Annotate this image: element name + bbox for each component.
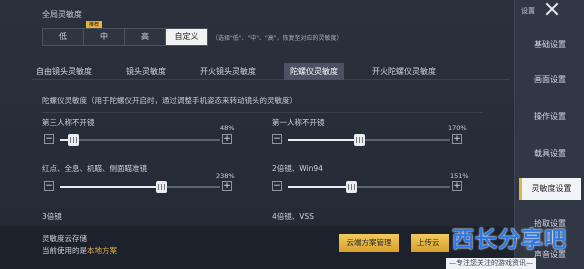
watermark-subtitle: —专注您关注的游戏资讯— xyxy=(446,258,536,269)
slider-fill xyxy=(288,186,352,188)
option-high[interactable]: 高 xyxy=(125,29,166,45)
sensitivity-tabs: 自由镜头灵敏度 镜头灵敏度 开火镜头灵敏度 陀螺仪灵敏度 开火陀螺仪灵敏度 xyxy=(32,62,510,80)
increase-button[interactable]: + xyxy=(222,181,232,191)
cloud-storage-bar: 灵敏度云存储 当前使用的是本地方案 云端方案管理 上传云 xyxy=(0,226,514,269)
tab-fire-camera[interactable]: 开火镜头灵敏度 xyxy=(194,63,262,80)
watermark-logo: 西长分享吧 xyxy=(452,228,568,253)
slider-value-tpp-no-scope: 48% xyxy=(220,124,235,132)
slider-thumb[interactable] xyxy=(354,134,366,146)
close-icon[interactable] xyxy=(545,2,559,16)
sidebar-item-sensitivity[interactable]: 灵敏度设置 xyxy=(519,178,581,200)
cloud-storage-title: 灵敏度云存储 xyxy=(42,234,87,243)
slider-label-3x: 3倍镜 xyxy=(42,212,62,221)
current-plan: 当前使用的是本地方案 xyxy=(42,245,117,256)
increase-button[interactable]: + xyxy=(452,181,462,191)
slider-thumb[interactable] xyxy=(346,181,358,193)
decrease-button[interactable]: − xyxy=(272,134,282,144)
increase-button[interactable]: + xyxy=(222,134,232,144)
slider-track-tpp-no-scope[interactable] xyxy=(60,134,220,146)
slider-label-tpp-no-scope: 第三人称不开镜 xyxy=(42,118,95,127)
tab-gyroscope[interactable]: 陀螺仪灵敏度 xyxy=(284,62,344,80)
decrease-button[interactable]: − xyxy=(272,181,282,191)
current-plan-value: 本地方案 xyxy=(87,246,117,255)
slider-label-4x-vss: 4倍镜、VSS xyxy=(272,212,314,221)
option-custom[interactable]: 自定义 xyxy=(166,29,207,45)
slider-value-fpp-no-scope: 170% xyxy=(448,124,467,132)
decrease-button[interactable]: − xyxy=(44,134,54,144)
sidebar-item-vehicle[interactable]: 载具设置 xyxy=(519,143,581,165)
slider-label-fpp-no-scope: 第一人称不开镜 xyxy=(272,118,325,127)
slider-fill xyxy=(60,186,161,188)
cloud-plan-manage-button[interactable]: 云端方案管理 xyxy=(339,234,399,252)
decrease-button[interactable]: − xyxy=(44,181,54,191)
slider-thumb[interactable] xyxy=(155,181,167,193)
tab-free-camera[interactable]: 自由镜头灵敏度 xyxy=(32,63,98,80)
slider-value-2x-win94: 151% xyxy=(450,172,469,180)
slider-track-2x-win94[interactable] xyxy=(288,181,450,193)
tab-fire-gyroscope[interactable]: 开火陀螺仪灵敏度 xyxy=(366,63,442,80)
global-sensitivity-selector: 低 中 高 自定义 xyxy=(42,28,208,46)
settings-main-panel: 全局灵敏度 推荐 低 中 高 自定义 （选择"低"、"中"、"高"，恢复至对应的… xyxy=(0,0,514,269)
slider-thumb[interactable] xyxy=(67,134,79,146)
option-low[interactable]: 低 xyxy=(43,29,84,45)
slider-track-fpp-no-scope[interactable] xyxy=(288,134,450,146)
slider-label-2x-win94: 2倍镜、Win94 xyxy=(272,164,323,173)
current-plan-prefix: 当前使用的是 xyxy=(42,246,87,255)
option-medium[interactable]: 中 xyxy=(84,29,125,45)
sidebar-item-graphics[interactable]: 画面设置 xyxy=(519,69,581,91)
increase-button[interactable]: + xyxy=(452,134,462,144)
slider-fill xyxy=(288,139,360,141)
sidebar-item-basic[interactable]: 基础设置 xyxy=(519,34,581,56)
global-sensitivity-title: 全局灵敏度 xyxy=(42,10,82,19)
slider-label-red-dot: 红点、全息、机瞄、侧面瞄准镜 xyxy=(42,164,147,173)
gyro-description: 陀螺仪灵敏度（用于陀螺仪开启时，通过调整手机姿态来转动镜头的灵敏度） xyxy=(42,96,297,105)
tab-camera[interactable]: 镜头灵敏度 xyxy=(120,63,172,80)
sidebar-item-controls[interactable]: 操作设置 xyxy=(519,106,581,128)
sidebar-top-label: 设置 xyxy=(521,7,535,15)
divider xyxy=(42,112,482,113)
slider-value-red-dot: 238% xyxy=(216,172,235,180)
slider-track-red-dot[interactable] xyxy=(60,181,220,193)
preset-note: （选择"低"、"中"、"高"，恢复至对应的灵敏度） xyxy=(212,35,343,42)
upload-cloud-button[interactable]: 上传云 xyxy=(411,234,449,252)
